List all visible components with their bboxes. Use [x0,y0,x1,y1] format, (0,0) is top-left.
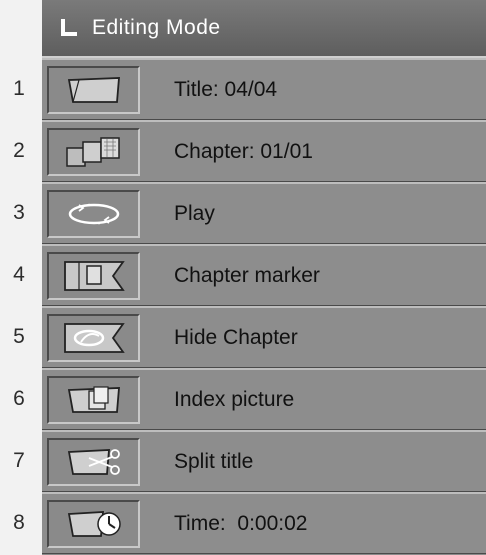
menu-item-label: Hide Chapter [174,326,298,349]
hide-chapter-icon [47,314,140,362]
chapter-marker-icon [47,252,140,300]
menu-header: Editing Mode [42,0,486,58]
menu-item-panel[interactable]: Title: 04/04 [42,58,486,120]
menu-item-panel[interactable]: Split title [42,430,486,492]
menu-item-label: Index picture [174,388,295,411]
menu-item-number: 7 [13,449,25,472]
title-icon [47,66,140,114]
menu-item-label: Time: 0:00:02 [174,512,308,535]
menu-item-panel[interactable]: Chapter marker [42,244,486,306]
menu-item-label: Split title [174,450,254,473]
menu-item-label: Chapter: 01/01 [174,140,313,163]
menu-item-panel[interactable]: Chapter: 01/01 [42,120,486,182]
menu-item-label: Title: 04/04 [174,78,278,101]
corner-arrow-icon [61,19,77,36]
menu-item-chapter-marker[interactable]: 4 Chapter marker [0,244,486,306]
menu-item-chapter[interactable]: 2 Chapter: 01/01 [0,120,486,182]
menu-item-title[interactable]: 1 Title: 04/04 [0,58,486,120]
menu-item-time[interactable]: 8 Time: 0:00:02 [0,492,486,554]
page-title: Editing Mode [92,16,221,39]
split-title-icon [47,438,140,486]
menu-item-number: 5 [13,325,25,348]
menu-item-number: 2 [13,139,25,162]
menu-item-panel[interactable]: Hide Chapter [42,306,486,368]
menu-item-panel[interactable]: Play [42,182,486,244]
menu-item-number: 3 [13,201,25,224]
menu-item-number: 8 [13,511,25,534]
menu-item-label: Chapter marker [174,264,320,287]
index-picture-icon [47,376,140,424]
menu-item-number: 6 [13,387,25,410]
menu-item-label: Play [174,202,215,225]
chapter-icon [47,128,140,176]
menu-item-hide-chapter[interactable]: 5 Hide Chapter [0,306,486,368]
menu-item-split-title[interactable]: 7 Split title [0,430,486,492]
menu-item-panel[interactable]: Time: 0:00:02 [42,492,486,554]
menu-item-number: 1 [13,77,25,100]
menu-item-index-picture[interactable]: 6 Index picture [0,368,486,430]
menu-item-panel[interactable]: Index picture [42,368,486,430]
time-icon [47,500,140,548]
menu-item-play[interactable]: 3 Play [0,182,486,244]
menu-item-number: 4 [13,263,25,286]
play-loop-icon [47,190,140,238]
